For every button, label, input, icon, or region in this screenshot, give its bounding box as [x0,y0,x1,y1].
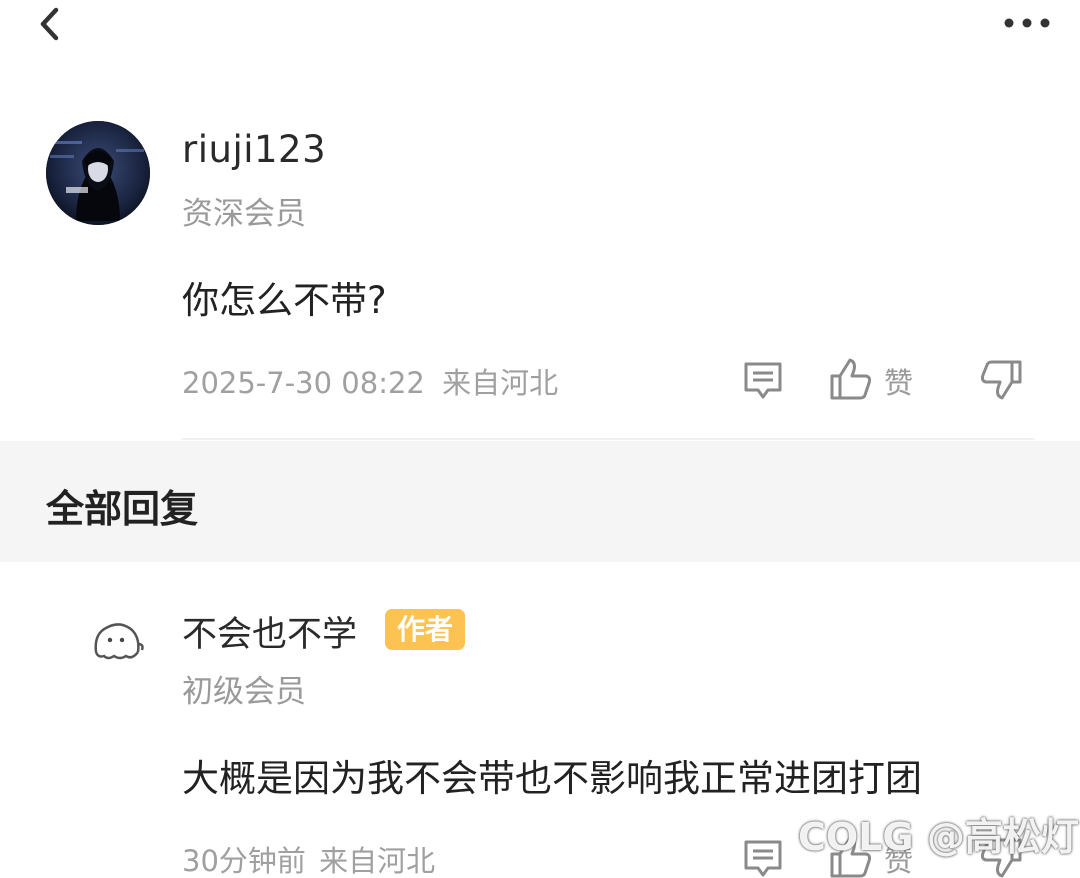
more-options-button[interactable] [1000,8,1056,38]
post-member-level: 资深会员 [182,196,306,232]
post-content: 你怎么不带? [182,279,387,322]
author-badge: 作者 [385,609,465,650]
chevron-left-icon [40,7,59,41]
avatar[interactable] [46,121,150,225]
reply-meta: 30分钟前 来自河北 [182,838,435,878]
reply-comment-button[interactable] [740,836,786,878]
watermark: COLG @高松灯 [798,815,1079,859]
comment-icon [744,362,782,399]
user-avatar-icon [46,121,150,225]
post-like-label: 赞 [884,366,914,400]
post-dislike-button[interactable] [978,358,1024,404]
post-timestamp: 2025-7-30 08:22 [182,366,425,400]
comment-icon [744,840,782,877]
post-comment-button[interactable] [740,358,786,404]
thumbs-up-icon [830,358,872,400]
replies-section-title: 全部回复 [46,487,199,531]
reply-content: 大概是因为我不会带也不影响我正常进团打团 [182,757,922,800]
post-username[interactable]: riuji123 [182,128,326,171]
post-meta: 2025-7-30 08:22 来自河北 [182,360,558,402]
post-location: 来自河北 [442,366,559,400]
top-bar [0,0,1080,60]
thumbs-down-icon [980,360,1022,400]
reply-location: 来自河北 [319,844,436,878]
reply-avatar[interactable] [80,598,154,672]
reply-member-level: 初级会员 [182,674,306,710]
more-horizontal-icon [1004,18,1050,28]
sketch-creature-avatar-icon [94,623,144,660]
reply-timestamp: 30分钟前 [182,844,306,878]
divider [182,438,1034,440]
post-like-button[interactable]: 赞 [828,356,928,402]
reply-username[interactable]: 不会也不学 [182,606,357,657]
back-button[interactable] [34,4,70,44]
